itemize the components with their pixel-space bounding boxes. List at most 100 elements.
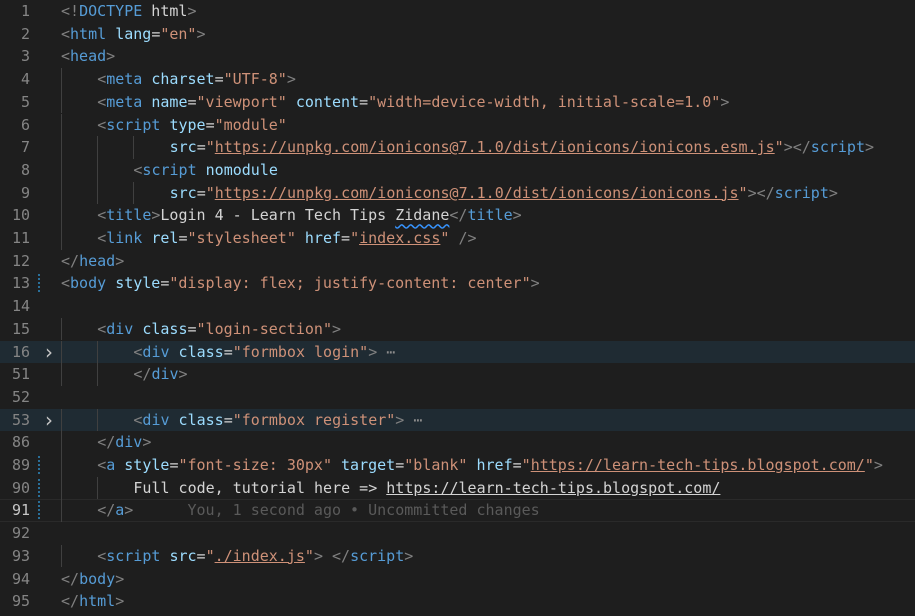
code-line[interactable]: 89 <a style="font-size: 30px" target="bla…	[0, 454, 915, 477]
code-text: src="https://unpkg.com/ionicons@7.1.0/di…	[170, 136, 874, 159]
line-number: 5	[20, 92, 30, 111]
code-token: title	[106, 206, 152, 225]
code-token: "formbox register"	[232, 410, 396, 429]
code-token: script	[810, 138, 865, 157]
code-token: "blank"	[404, 456, 468, 474]
code-line[interactable]: 94 </body>	[0, 568, 915, 591]
code-token: a	[115, 501, 125, 520]
git-blame-annotation: You, 1 second ago • Uncommitted changes	[169, 501, 540, 520]
code-line[interactable]: 3 <head>	[0, 45, 915, 68]
code-line[interactable]: 2 <html lang="en">	[0, 23, 915, 46]
code-token: <	[97, 319, 107, 338]
code-token: >	[512, 206, 522, 225]
code-token: lang	[115, 24, 152, 43]
code-line[interactable]: 5 <meta name="viewport" content="width=de…	[0, 90, 915, 114]
folded-ellipsis[interactable]: ⋯	[404, 411, 422, 429]
git-modified-indicator[interactable]	[38, 274, 40, 294]
line-number: 90	[11, 478, 30, 497]
code-token: script	[106, 115, 161, 134]
indent-guide	[97, 408, 99, 432]
code-line[interactable]: 10 <title>Login 4 - Learn Tech Tips Zidan…	[0, 204, 915, 227]
code-text: src="https://unpkg.com/ionicons@7.1.0/di…	[170, 182, 838, 205]
code-line[interactable]: 15 <div class="login-section">	[0, 317, 915, 341]
code-editor[interactable]: 1 <!DOCTYPE html> 2 <html lang="en"> 3 <head>…	[0, 0, 915, 616]
chevron-right-icon[interactable]: ›	[42, 340, 56, 364]
code-token: >	[530, 274, 540, 293]
code-token: Login 4 - Learn Tech Tips	[160, 206, 396, 225]
code-token: div	[142, 342, 170, 361]
indent-guide	[61, 363, 62, 386]
code-token: >	[142, 433, 152, 452]
git-modified-indicator[interactable]	[38, 478, 40, 498]
code-line[interactable]: 90 Full code, tutorial here => https://le…	[0, 476, 915, 500]
code-line[interactable]: 51 </div>	[0, 363, 915, 386]
code-token: </	[133, 365, 152, 384]
code-token: script	[350, 546, 405, 565]
code-token[interactable]: https://unpkg.com/ionicons@7.1.0/dist/io…	[215, 184, 739, 202]
code-token: </	[449, 206, 468, 225]
line-number: 86	[11, 433, 30, 452]
git-modified-indicator[interactable]	[38, 501, 40, 521]
code-line[interactable]: 7 src="https://unpkg.com/ionicons@7.1.0/d…	[0, 136, 915, 159]
code-token: class	[142, 319, 188, 338]
indent-guide	[61, 158, 62, 182]
chevron-right-icon[interactable]: ›	[42, 408, 56, 432]
code-token: "viewport"	[196, 92, 287, 111]
line-number: 10	[11, 206, 30, 225]
indent-guide	[97, 158, 99, 182]
code-token[interactable]: https://learn-tech-tips.blogspot.com/	[531, 456, 865, 474]
code-line[interactable]: 14	[0, 295, 915, 318]
code-line[interactable]: 95 </html>	[0, 590, 915, 613]
code-token[interactable]: https://learn-tech-tips.blogspot.com/	[386, 479, 720, 497]
code-text: </a> You, 1 second ago • Uncommitted cha…	[97, 499, 540, 522]
code-line[interactable]: 6 <script type="module"	[0, 113, 915, 137]
line-number: 51	[11, 365, 30, 384]
code-line[interactable]: 86 </div>	[0, 431, 915, 454]
code-token: nomodule	[205, 160, 278, 179]
code-line[interactable]: 12 </head>	[0, 250, 915, 273]
code-token: type	[169, 115, 206, 134]
code-line[interactable]: 16 › <div class="formbox login"> ⋯	[0, 340, 915, 364]
indent-guide	[97, 340, 99, 364]
git-modified-indicator[interactable]	[38, 456, 40, 475]
code-text: <div class="formbox login"> ⋯	[133, 341, 395, 364]
code-line[interactable]: 92	[0, 522, 915, 545]
code-line[interactable]: 13 <body style="display: flex; justify-co…	[0, 272, 915, 295]
code-token: script	[774, 183, 829, 202]
code-token[interactable]: ./index.js	[215, 547, 305, 565]
code-token: "	[738, 183, 748, 202]
code-token: >	[828, 183, 838, 202]
indent-guide	[61, 454, 62, 477]
code-token: "	[350, 229, 360, 247]
code-token: >	[864, 138, 875, 157]
code-line[interactable]: 53 › <div class="formbox register"> ⋯	[0, 408, 915, 432]
code-token: class	[178, 410, 224, 429]
code-text: <html lang="en">	[61, 23, 206, 46]
folded-ellipsis[interactable]: ⋯	[377, 343, 395, 361]
code-token: src	[169, 546, 197, 565]
code-token[interactable]: index.css	[359, 229, 440, 247]
code-token: style	[124, 456, 170, 474]
code-text: </div>	[97, 431, 151, 454]
line-number: 7	[20, 138, 30, 157]
line-number: 52	[11, 387, 30, 406]
code-line[interactable]: 52	[0, 386, 915, 409]
code-line[interactable]: 9 src="https://unpkg.com/ionicons@7.1.0/d…	[0, 181, 915, 205]
code-token[interactable]: https://unpkg.com/ionicons@7.1.0/dist/io…	[215, 138, 775, 156]
code-token: "login-section"	[196, 319, 332, 338]
code-line[interactable]: 91 </a> You, 1 second ago • Uncommitted c…	[0, 499, 915, 523]
code-line[interactable]: 4 <meta charset="UTF-8">	[0, 68, 915, 91]
code-token: div	[106, 319, 134, 338]
code-token: =	[395, 456, 405, 474]
code-token: style	[115, 274, 161, 293]
code-line[interactable]: 1 <!DOCTYPE html>	[0, 0, 915, 23]
code-line[interactable]: 8 <script nomodule	[0, 158, 915, 182]
code-line[interactable]: 11 <link rel="stylesheet" href="index.css…	[0, 227, 915, 250]
code-text: <div class="login-section">	[97, 318, 341, 341]
code-token: =	[223, 410, 233, 429]
code-token: meta	[106, 70, 143, 89]
code-line[interactable]: 93 <script src="./index.js"> </script>	[0, 544, 915, 568]
